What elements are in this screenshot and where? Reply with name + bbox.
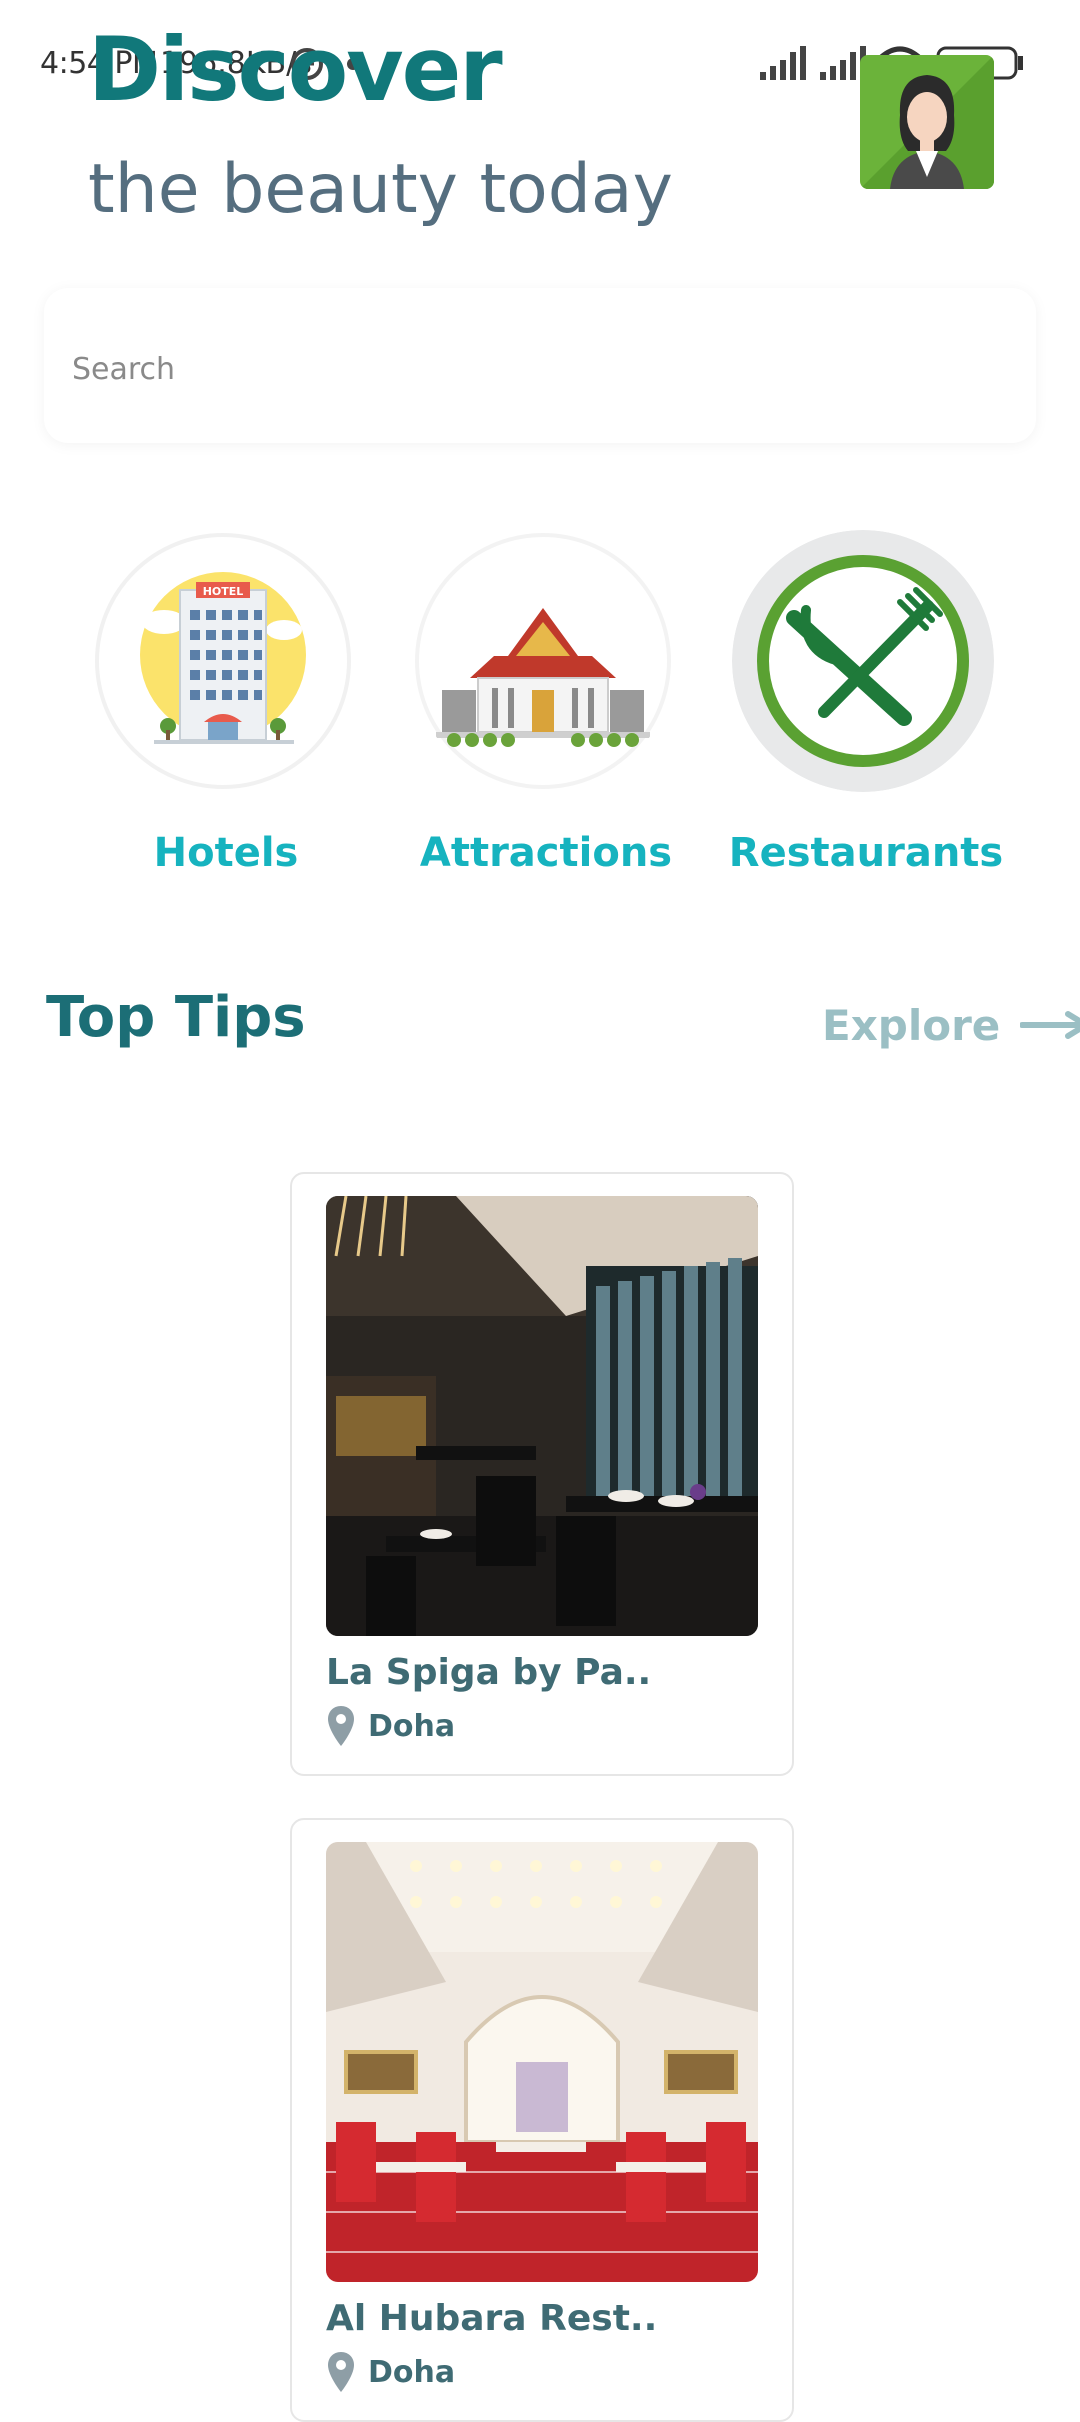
category-attractions[interactable]: Attractions bbox=[406, 530, 676, 890]
explore-link[interactable]: Explore bbox=[822, 995, 1080, 1055]
search-box bbox=[44, 288, 1036, 443]
tip-card[interactable]: Al Hubara Rest.. Doha bbox=[290, 1818, 794, 2422]
category-restaurants-label: Restaurants bbox=[728, 830, 1004, 876]
restaurant-photo bbox=[326, 1196, 758, 1636]
explore-label: Explore bbox=[822, 1000, 1001, 1050]
category-hotels-label: Hotels bbox=[153, 830, 299, 876]
tip-card-image bbox=[326, 1842, 758, 2282]
category-hotels[interactable]: HOTEL Hotels bbox=[86, 530, 356, 890]
tip-card-location: Doha bbox=[326, 2350, 455, 2394]
tip-card-name: Al Hubara Rest.. bbox=[326, 2298, 658, 2339]
arrow-right-icon bbox=[1020, 1011, 1080, 1039]
category-hotels-image: HOTEL bbox=[92, 530, 354, 792]
category-attractions-image bbox=[412, 530, 674, 792]
page-subtitle: the beauty today bbox=[88, 150, 673, 229]
restaurant-photo bbox=[326, 1842, 758, 2282]
category-restaurants[interactable]: Restaurants bbox=[726, 530, 1003, 890]
fork-knife-icon bbox=[732, 530, 994, 792]
svg-text:HOTEL: HOTEL bbox=[203, 585, 244, 598]
location-pin-icon bbox=[328, 1706, 354, 1746]
user-avatar-icon bbox=[860, 55, 994, 189]
temple-icon bbox=[413, 531, 673, 791]
tip-card-location: Doha bbox=[326, 1704, 455, 1748]
category-restaurants-image bbox=[732, 530, 994, 792]
profile-avatar[interactable] bbox=[860, 55, 994, 189]
tip-card-location-text: Doha bbox=[368, 1708, 456, 1744]
tip-card-name: La Spiga by Pa.. bbox=[326, 1652, 652, 1693]
category-attractions-label: Attractions bbox=[419, 830, 673, 876]
location-pin-icon bbox=[328, 2352, 354, 2392]
hotel-icon: HOTEL bbox=[93, 531, 353, 791]
search-input[interactable] bbox=[70, 338, 974, 400]
top-tips-title: Top Tips bbox=[46, 985, 306, 1050]
tip-card[interactable]: La Spiga by Pa.. Doha bbox=[290, 1172, 794, 1776]
tip-card-image bbox=[326, 1196, 758, 1636]
page-title: Discover bbox=[88, 18, 503, 121]
tip-card-location-text: Doha bbox=[368, 2354, 456, 2390]
